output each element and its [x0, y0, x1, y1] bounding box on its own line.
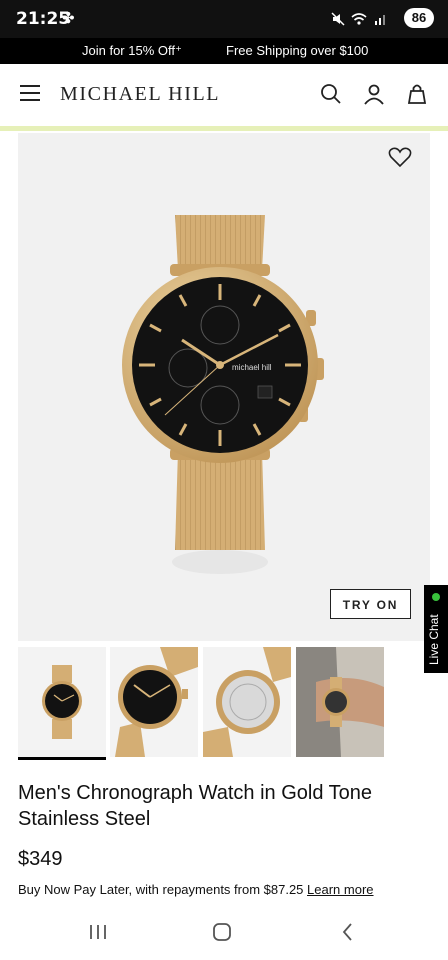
pinwheel-icon: ✤	[62, 10, 75, 27]
home-icon[interactable]	[212, 922, 232, 942]
status-icons	[331, 10, 388, 26]
thumbnail-watch-angle	[115, 647, 198, 757]
signal-icon	[375, 14, 385, 25]
menu-icon[interactable]	[20, 85, 40, 103]
thumbnail-2[interactable]	[110, 647, 198, 757]
bnpl-info: Buy Now Pay Later, with repayments from …	[18, 882, 374, 897]
battery-indicator: 86	[404, 8, 434, 28]
live-chat-button[interactable]: Live Chat	[424, 585, 448, 673]
live-chat-label: Live Chat	[427, 614, 441, 665]
promo-shipping-text: Free Shipping over $100	[226, 43, 369, 58]
back-icon[interactable]	[338, 922, 358, 942]
promo-banner: Join for 15% Off⁺ Free Shipping over $10…	[0, 38, 448, 64]
promo-join-link[interactable]: Join for 15% Off⁺	[82, 43, 182, 59]
thumbnail-watch-front	[42, 665, 82, 739]
dial-brand-text: michael hill	[232, 363, 272, 372]
brand-logo[interactable]: MICHAEL HILL	[60, 83, 220, 106]
wifi-icon	[351, 12, 367, 25]
product-title: Men's Chronograph Watch in Gold Tone Sta…	[18, 782, 373, 830]
mute-icon	[331, 12, 345, 26]
accent-bar	[0, 126, 448, 131]
account-icon[interactable]	[362, 82, 386, 106]
learn-more-link[interactable]: Learn more	[307, 882, 373, 897]
thumbnail-4[interactable]	[296, 647, 384, 757]
recents-icon[interactable]	[88, 922, 108, 942]
bag-icon[interactable]	[405, 82, 429, 106]
search-icon[interactable]	[319, 82, 343, 106]
heart-icon[interactable]	[388, 146, 412, 168]
thumbnail-watch-on-wrist	[296, 647, 384, 757]
product-price: $349	[18, 848, 63, 870]
try-on-button[interactable]: TRY ON	[330, 589, 411, 619]
bnpl-text: Buy Now Pay Later, with repayments from …	[18, 882, 308, 897]
watch-image: michael hill	[122, 215, 324, 574]
thumbnail-watch-back	[203, 647, 291, 757]
site-header: MICHAEL HILL	[0, 64, 448, 126]
thumbnail-3[interactable]	[203, 647, 291, 757]
thumbnail-1[interactable]	[18, 647, 106, 760]
system-nav-bar	[0, 906, 448, 960]
status-bar: 21:25 ✤ 86	[0, 0, 448, 38]
online-status-dot	[432, 593, 440, 601]
